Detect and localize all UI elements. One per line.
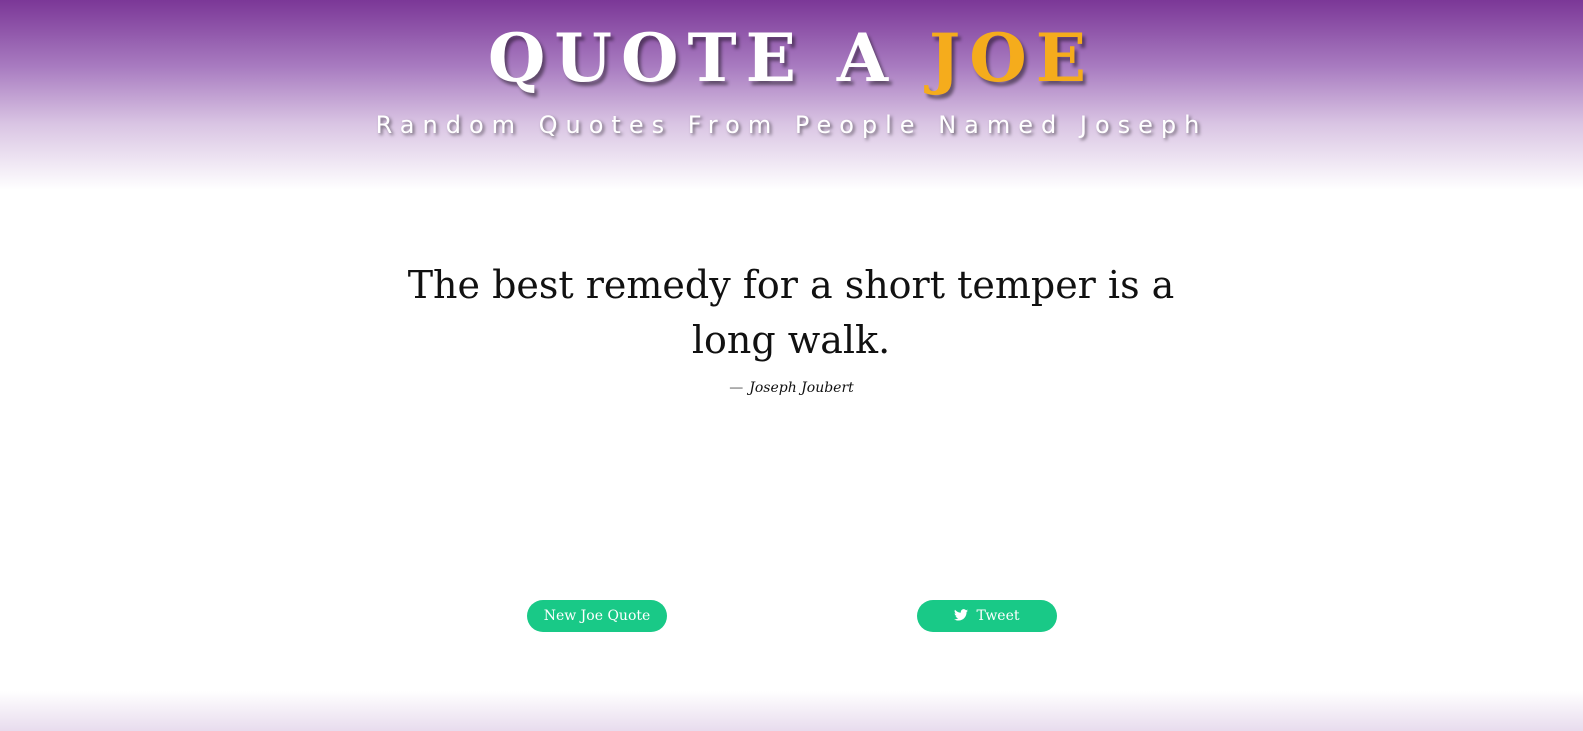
site-title: QUOTE A JOE	[0, 18, 1583, 98]
site-subtitle: Random Quotes From People Named Joseph	[375, 111, 1208, 139]
author-dash: —	[729, 380, 744, 396]
tweet-label: Tweet	[976, 608, 1020, 624]
twitter-bird-icon	[954, 609, 969, 621]
site-title-main: QUOTE A	[487, 19, 930, 97]
new-quote-button[interactable]: New Joe Quote	[527, 600, 667, 632]
site-title-accent: JOE	[929, 19, 1096, 97]
tweet-button[interactable]: Tweet	[917, 600, 1057, 632]
header-banner: QUOTE A JOE Random Quotes From People Na…	[0, 0, 1583, 190]
footer-fade	[0, 691, 1583, 731]
author-name: Joseph Joubert	[749, 380, 854, 396]
new-quote-label: New Joe Quote	[543, 608, 651, 624]
quote-author: — Joseph Joubert	[0, 377, 1583, 399]
quote-text: The best remedy for a short temper is a …	[407, 263, 1175, 362]
